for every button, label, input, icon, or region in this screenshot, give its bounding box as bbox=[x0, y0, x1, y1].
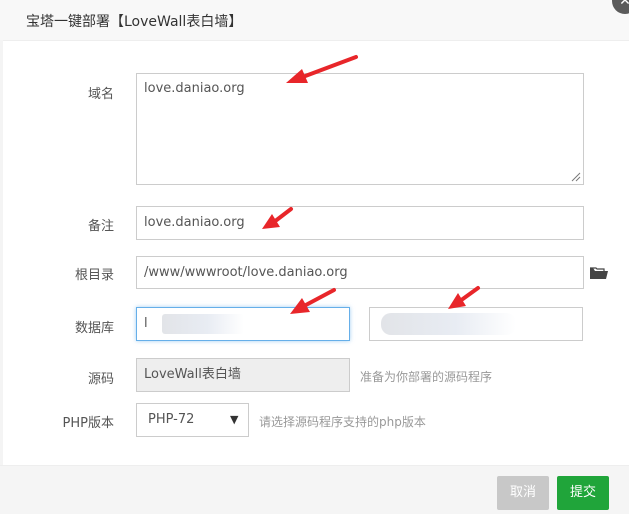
left-edge-strip bbox=[0, 40, 3, 470]
resize-grip-icon[interactable] bbox=[571, 172, 581, 182]
submit-button[interactable]: 提交 bbox=[557, 476, 609, 510]
root-dir-input[interactable]: /www/wwwroot/love.daniao.org bbox=[136, 256, 584, 289]
php-selected-value: PHP-72 bbox=[148, 412, 195, 427]
folder-icon[interactable] bbox=[589, 265, 609, 280]
annotation-arrow-icon bbox=[290, 288, 336, 314]
cancel-button[interactable]: 取消 bbox=[497, 476, 549, 510]
blurred-db-name bbox=[161, 313, 244, 334]
domain-label: 域名 bbox=[87, 87, 114, 102]
source-hint: 准备为你部署的源码程序 bbox=[360, 370, 493, 384]
remark-value: love.daniao.org bbox=[144, 215, 245, 230]
php-version-select[interactable]: PHP-72 ▼ bbox=[136, 403, 249, 437]
annotation-arrow-icon bbox=[262, 207, 293, 229]
source-label: 源码 bbox=[87, 372, 114, 387]
root-dir-value: /www/wwwroot/love.daniao.org bbox=[144, 265, 348, 280]
database-label: 数据库 bbox=[74, 321, 114, 336]
php-label: PHP版本 bbox=[62, 416, 114, 431]
blurred-db-password bbox=[381, 312, 516, 335]
dialog-titlebar: 宝塔一键部署【LoveWall表白墙】 bbox=[0, 0, 629, 41]
annotation-arrow-icon bbox=[286, 55, 358, 83]
domain-value: love.daniao.org bbox=[144, 81, 245, 96]
dialog-footer: 取消 提交 bbox=[0, 465, 629, 514]
remark-input[interactable]: love.daniao.org bbox=[136, 206, 584, 240]
dialog-title: 宝塔一键部署【LoveWall表白墙】 bbox=[26, 14, 243, 30]
annotation-arrow-icon bbox=[448, 286, 480, 309]
root-dir-label: 根目录 bbox=[74, 268, 114, 283]
chevron-down-icon: ▼ bbox=[230, 413, 239, 426]
db-name-value: l bbox=[144, 316, 148, 331]
source-value: LoveWall表白墙 bbox=[144, 367, 241, 382]
domain-textarea[interactable]: love.daniao.org bbox=[136, 73, 584, 185]
remark-label: 备注 bbox=[87, 219, 114, 234]
php-hint: 请选择源码程序支持的php版本 bbox=[259, 415, 426, 429]
source-input: LoveWall表白墙 bbox=[136, 358, 350, 392]
deploy-dialog: 宝塔一键部署【LoveWall表白墙】 ✕ 域名 love.daniao.org… bbox=[0, 0, 629, 514]
